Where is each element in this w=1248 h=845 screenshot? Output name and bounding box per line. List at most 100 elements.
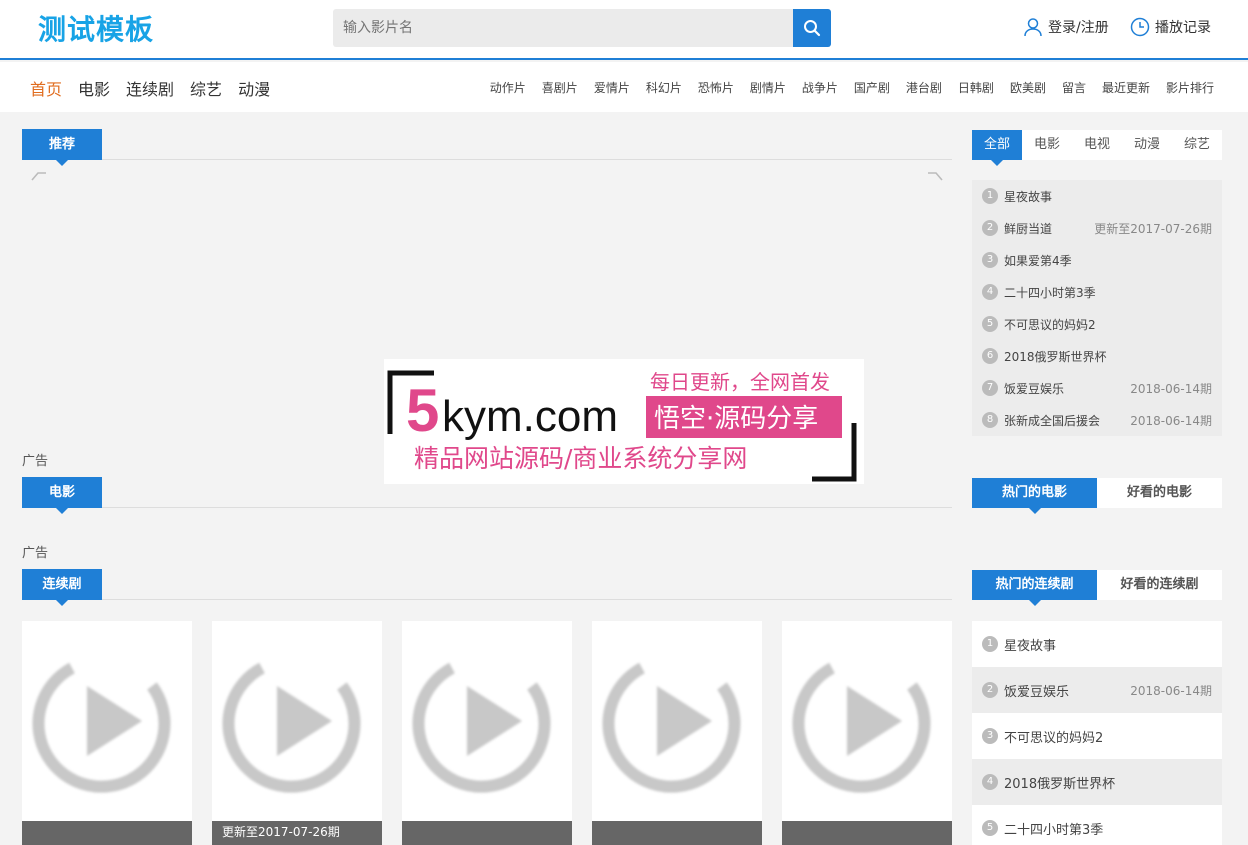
section-recommend: 推荐 [22,129,952,166]
login-link[interactable]: 登录/注册 [1023,17,1109,37]
rank-item[interactable]: 1 星夜故事 [972,180,1222,212]
nav-sub-item[interactable]: 动作片 [490,79,526,96]
rank-tab-tv[interactable]: 电视 [1072,130,1122,160]
rank-item[interactable]: 8 张新成全国后援会 2018-06-14期 [972,404,1222,436]
rank-title: 不可思议的妈妈2 [1004,317,1096,332]
section-movie: 电影 [22,477,952,514]
nav-item-variety[interactable]: 综艺 [190,76,222,100]
banner-badge: 悟空·源码分享 [654,404,818,434]
user-icon [1024,18,1042,37]
search-button[interactable] [793,9,831,47]
banner-brand-big: 5 [406,377,439,444]
tab-hot-series[interactable]: 热门的连续剧 [972,570,1097,606]
nav-sub-item[interactable]: 影片排行 [1166,79,1214,96]
nav-sub-item[interactable]: 最近更新 [1102,79,1150,96]
nav-item-home[interactable]: 首页 [30,76,62,100]
rank-item[interactable]: 3 不可思议的妈妈2 [972,713,1222,759]
play-placeholder-icon [592,621,762,821]
rank-item[interactable]: 5 不可思议的妈妈2 [972,308,1222,340]
rank-number: 5 [982,820,998,836]
section-tab-series[interactable]: 连续剧 [22,569,102,606]
login-label: 登录/注册 [1048,20,1109,36]
section-tab-recommend[interactable]: 推荐 [22,129,102,166]
nav-sub-item[interactable]: 科幻片 [646,79,682,96]
search-input[interactable] [333,9,793,47]
rank-item[interactable]: 6 2018俄罗斯世界杯 [972,340,1222,372]
rank-item[interactable]: 4 二十四小时第3季 [972,276,1222,308]
rank-title: 二十四小时第3季 [1004,822,1104,838]
rank-date: 2018-06-14期 [1130,413,1212,428]
rank-number: 3 [982,252,998,268]
rank-item[interactable]: 5 二十四小时第3季 [972,805,1222,845]
video-card[interactable] [592,621,762,845]
rank-number: 2 [982,682,998,698]
history-link[interactable]: 播放记录 [1130,17,1211,37]
nav-sub-item[interactable]: 喜剧片 [542,79,578,96]
rank-list: 1 星夜故事 2 鲜厨当道 更新至2017-07-26期 3 如果爱第4季 4 二十四小时… [972,180,1222,436]
nav-sub-item[interactable]: 国产剧 [854,79,890,96]
play-placeholder-icon [782,621,952,821]
ad-banner[interactable]: 5 kym.com 每日更新，全网首发 悟空·源码分享 精品网站源码/商业系统分… [384,359,864,484]
nav-sub-item[interactable]: 港台剧 [906,79,942,96]
rank-title: 饭爱豆娱乐 [1004,381,1065,396]
video-card[interactable] [782,621,952,845]
card-caption [402,821,572,845]
nav-item-series[interactable]: 连续剧 [126,76,174,100]
rank-title: 不可思议的妈妈2 [1004,730,1104,746]
prev-arrow-icon[interactable] [30,170,48,186]
rank-number: 7 [982,380,998,396]
nav-sub-item[interactable]: 战争片 [802,79,838,96]
search-box [333,9,831,47]
sub-nav: 动作片 喜剧片 爱情片 科幻片 恐怖片 剧情片 战争片 国产剧 港台剧 日韩剧 … [490,79,1214,96]
banner-subtitle: 精品网站源码/商业系统分享网 [414,444,747,473]
rank-number: 4 [982,284,998,300]
rank-title: 鲜厨当道 [1004,221,1053,236]
nav-sub-item[interactable]: 剧情片 [750,79,786,96]
nav-sub-item[interactable]: 爱情片 [594,79,630,96]
rank-number: 8 [982,412,998,428]
rank-date: 更新至2017-07-26期 [1094,221,1212,236]
nav-item-movie[interactable]: 电影 [78,76,110,100]
next-arrow-icon[interactable] [926,170,944,186]
nav-sub-item[interactable]: 恐怖片 [698,79,734,96]
tab-good-series[interactable]: 好看的连续剧 [1097,570,1222,600]
nav-item-anime[interactable]: 动漫 [238,76,270,100]
series-rank-list: 1 星夜故事 2 饭爱豆娱乐 2018-06-14期 3 不可思议的妈妈2 4 2018俄… [972,621,1222,845]
tab-good-movie[interactable]: 好看的电影 [1097,478,1222,508]
rank-title: 2018俄罗斯世界杯 [1004,776,1116,792]
header: 测试模板 登录/注册 播放记录 [0,0,1248,60]
rank-number: 3 [982,728,998,744]
rank-item[interactable]: 2 饭爱豆娱乐 2018-06-14期 [972,667,1222,713]
play-placeholder-icon [212,621,382,821]
nav-sub-item[interactable]: 日韩剧 [958,79,994,96]
rank-tab-all[interactable]: 全部 [972,130,1022,166]
nav-sub-item[interactable]: 欧美剧 [1010,79,1046,96]
rank-item[interactable]: 4 2018俄罗斯世界杯 [972,759,1222,805]
section-tab-movie[interactable]: 电影 [22,477,102,514]
banner-brand-rest: kym.com [442,392,618,441]
site-logo[interactable]: 测试模板 [38,8,154,48]
video-card[interactable]: 更新至2017-07-26期 [212,621,382,845]
rank-item[interactable]: 3 如果爱第4季 [972,244,1222,276]
rank-title: 2018俄罗斯世界杯 [1004,349,1107,364]
rank-title: 星夜故事 [1004,189,1053,204]
card-caption: 更新至2017-07-26期 [212,821,382,845]
video-card[interactable] [402,621,572,845]
section-series: 连续剧 [22,569,952,606]
rank-item[interactable]: 7 饭爱豆娱乐 2018-06-14期 [972,372,1222,404]
tab-hot-movie[interactable]: 热门的电影 [972,478,1097,514]
rank-item[interactable]: 1 星夜故事 [972,621,1222,667]
ad-label: 广告 [22,546,49,561]
nav-bar: 首页 电影 连续剧 综艺 动漫 动作片 喜剧片 爱情片 科幻片 恐怖片 剧情片 … [0,62,1248,112]
rank-number: 4 [982,774,998,790]
rank-item[interactable]: 2 鲜厨当道 更新至2017-07-26期 [972,212,1222,244]
play-placeholder-icon [22,621,192,821]
rank-tab-anime[interactable]: 动漫 [1122,130,1172,160]
rank-number: 1 [982,636,998,652]
video-card[interactable] [22,621,192,845]
card-caption [22,821,192,845]
rank-tab-movie[interactable]: 电影 [1022,130,1072,160]
nav-sub-item[interactable]: 留言 [1062,79,1086,96]
rank-tab-variety[interactable]: 综艺 [1172,130,1222,160]
banner-slogan: 每日更新，全网首发 [650,370,830,394]
